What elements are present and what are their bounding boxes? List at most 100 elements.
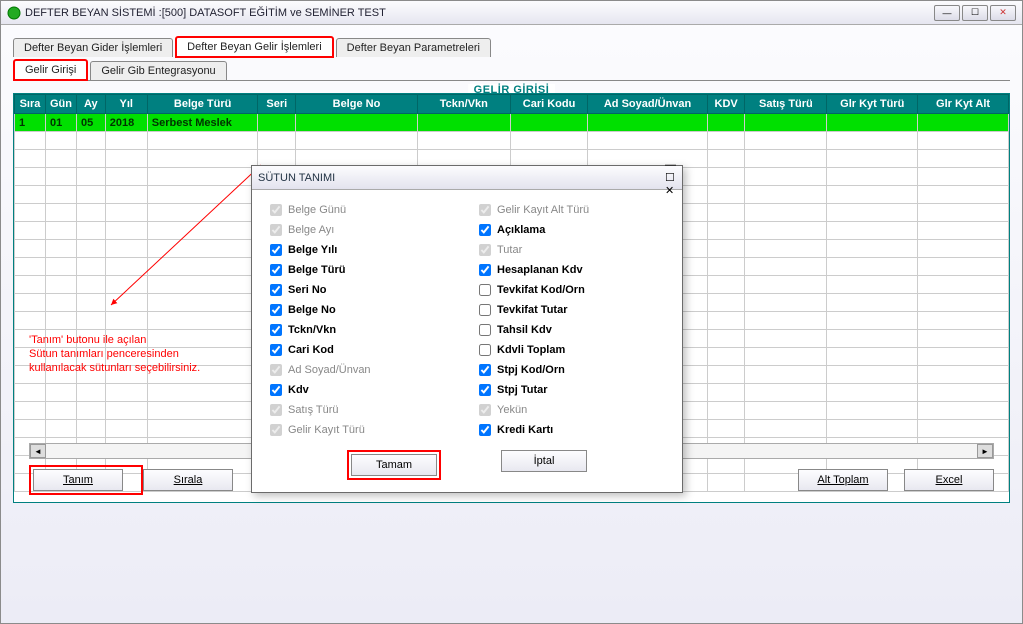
column-header[interactable]: Glr Kyt Türü	[827, 95, 918, 114]
table-cell[interactable]	[15, 258, 46, 276]
table-cell[interactable]	[15, 312, 46, 330]
table-cell[interactable]	[918, 222, 1009, 240]
table-cell[interactable]	[15, 330, 46, 348]
dialog-close-button[interactable]: ✕	[665, 184, 676, 197]
table-cell[interactable]	[147, 222, 258, 240]
tab[interactable]: Defter Beyan Gelir İşlemleri	[175, 36, 334, 58]
table-cell[interactable]	[76, 150, 105, 168]
table-cell[interactable]	[707, 294, 745, 312]
table-cell[interactable]	[707, 348, 745, 366]
table-cell[interactable]	[745, 132, 827, 150]
column-checkbox[interactable]: Kredi Kartı	[479, 424, 664, 436]
table-cell[interactable]	[147, 294, 258, 312]
table-cell[interactable]	[745, 420, 827, 438]
table-cell[interactable]	[588, 132, 708, 150]
table-cell[interactable]	[45, 366, 76, 384]
table-cell[interactable]	[707, 402, 745, 420]
table-cell[interactable]	[45, 204, 76, 222]
column-checkbox[interactable]: Hesaplanan Kdv	[479, 264, 664, 276]
table-cell[interactable]: 05	[76, 114, 105, 132]
table-cell[interactable]	[827, 168, 918, 186]
table-cell[interactable]	[147, 240, 258, 258]
table-cell[interactable]	[45, 276, 76, 294]
table-cell[interactable]	[417, 132, 510, 150]
table-cell[interactable]	[147, 186, 258, 204]
table-cell[interactable]: 01	[45, 114, 76, 132]
table-cell[interactable]	[15, 186, 46, 204]
table-cell[interactable]	[745, 402, 827, 420]
maximize-button[interactable]: ☐	[962, 5, 988, 21]
table-cell[interactable]	[147, 348, 258, 366]
table-cell[interactable]	[827, 240, 918, 258]
table-cell[interactable]	[76, 294, 105, 312]
checkbox-input[interactable]	[270, 304, 282, 316]
table-cell[interactable]	[918, 168, 1009, 186]
column-checkbox[interactable]: Belge Yılı	[270, 244, 455, 256]
table-cell[interactable]	[827, 366, 918, 384]
column-header[interactable]: KDV	[707, 95, 745, 114]
excel-button[interactable]: Excel	[904, 469, 994, 491]
table-cell[interactable]	[45, 384, 76, 402]
table-cell[interactable]	[76, 330, 105, 348]
table-cell[interactable]	[45, 240, 76, 258]
table-cell[interactable]	[707, 168, 745, 186]
table-cell[interactable]	[45, 420, 76, 438]
column-header[interactable]: Belge Türü	[147, 95, 258, 114]
table-cell[interactable]	[15, 150, 46, 168]
column-header[interactable]: Yıl	[105, 95, 147, 114]
table-cell[interactable]	[76, 402, 105, 420]
table-cell[interactable]	[827, 312, 918, 330]
table-cell[interactable]	[45, 132, 76, 150]
table-cell[interactable]	[918, 240, 1009, 258]
column-checkbox[interactable]: Tckn/Vkn	[270, 324, 455, 336]
table-cell[interactable]	[15, 240, 46, 258]
table-cell[interactable]	[918, 402, 1009, 420]
table-cell[interactable]	[296, 132, 418, 150]
table-cell[interactable]	[105, 222, 147, 240]
table-cell[interactable]	[827, 384, 918, 402]
checkbox-input[interactable]	[270, 344, 282, 356]
table-cell[interactable]	[918, 330, 1009, 348]
table-cell[interactable]	[105, 294, 147, 312]
table-cell[interactable]	[15, 384, 46, 402]
table-cell[interactable]	[15, 294, 46, 312]
table-cell[interactable]	[918, 384, 1009, 402]
dialog-ok-button[interactable]: Tamam	[351, 454, 437, 476]
table-cell[interactable]	[918, 114, 1009, 132]
tab[interactable]: Defter Beyan Gider İşlemleri	[13, 38, 173, 57]
table-cell[interactable]	[147, 204, 258, 222]
column-header[interactable]: Ay	[76, 95, 105, 114]
checkbox-input[interactable]	[270, 324, 282, 336]
table-cell[interactable]	[105, 330, 147, 348]
column-header[interactable]: Sıra	[15, 95, 46, 114]
table-cell[interactable]	[45, 186, 76, 204]
table-cell[interactable]	[827, 276, 918, 294]
table-cell[interactable]	[76, 240, 105, 258]
column-header[interactable]: Ad Soyad/Ünvan	[588, 95, 708, 114]
table-cell[interactable]	[707, 240, 745, 258]
close-button[interactable]: ✕	[990, 5, 1016, 21]
table-cell[interactable]	[510, 114, 587, 132]
table-cell[interactable]	[745, 114, 827, 132]
table-cell[interactable]	[707, 312, 745, 330]
table-cell[interactable]	[105, 384, 147, 402]
table-cell[interactable]	[918, 420, 1009, 438]
checkbox-input[interactable]	[479, 324, 491, 336]
table-cell[interactable]	[918, 312, 1009, 330]
table-cell[interactable]	[76, 168, 105, 186]
dialog-minimize-button[interactable]: —	[665, 159, 676, 171]
table-cell[interactable]: 2018	[105, 114, 147, 132]
table-cell[interactable]	[588, 114, 708, 132]
table-cell[interactable]	[45, 330, 76, 348]
table-cell[interactable]	[45, 222, 76, 240]
table-cell[interactable]	[918, 348, 1009, 366]
column-header[interactable]: Satış Türü	[745, 95, 827, 114]
table-cell[interactable]	[15, 168, 46, 186]
table-cell[interactable]	[745, 348, 827, 366]
sirala-button[interactable]: Sırala	[143, 469, 233, 491]
table-cell[interactable]	[105, 348, 147, 366]
column-checkbox[interactable]: Açıklama	[479, 224, 664, 236]
column-checkbox[interactable]: Belge No	[270, 304, 455, 316]
table-cell[interactable]	[15, 420, 46, 438]
table-cell[interactable]	[258, 114, 296, 132]
